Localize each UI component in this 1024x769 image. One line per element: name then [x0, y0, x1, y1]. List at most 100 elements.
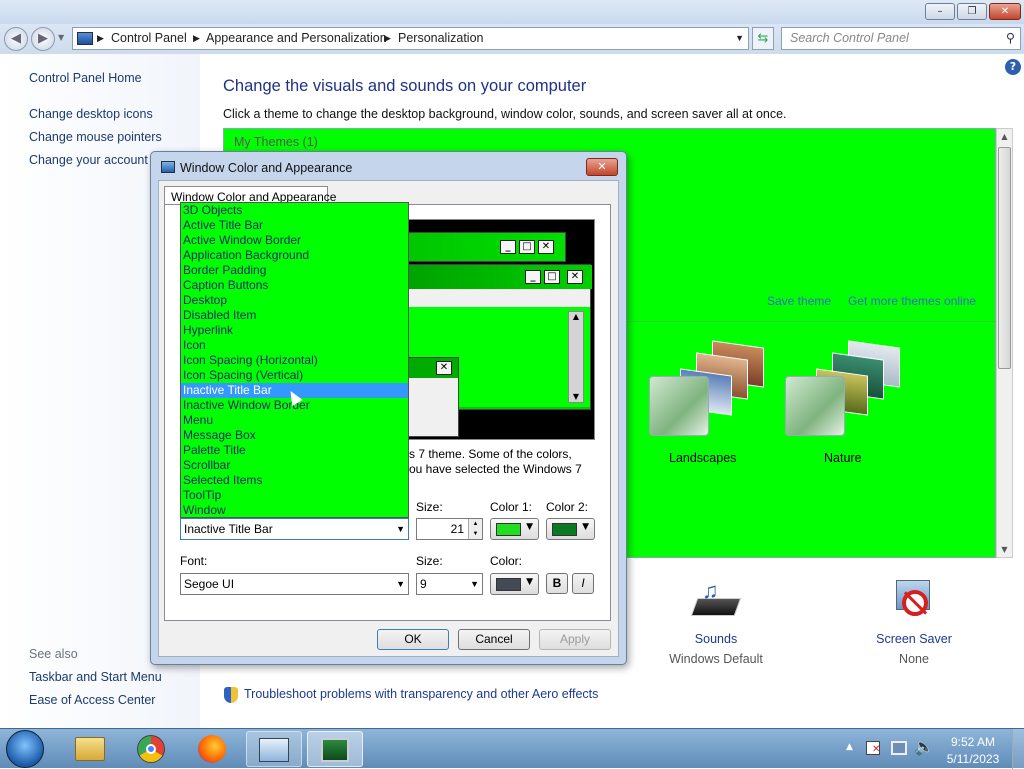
- taskbar-start-menu-link[interactable]: Taskbar and Start Menu: [29, 670, 162, 684]
- dropdown-option[interactable]: Icon: [181, 338, 408, 353]
- dropdown-option[interactable]: Message Box: [181, 428, 408, 443]
- info-line-1: s 7 theme. Some of the colors,: [409, 447, 572, 461]
- scrollbar-thumb[interactable]: [998, 147, 1011, 369]
- back-button[interactable]: ◀: [4, 27, 28, 51]
- landscapes-thumbnail: [649, 376, 709, 436]
- screen-saver-label: Screen Saver: [876, 632, 952, 646]
- dropdown-option[interactable]: Hyperlink: [181, 323, 408, 338]
- minimize-button[interactable]: –: [925, 3, 955, 20]
- troubleshoot-link[interactable]: Troubleshoot problems with transparency …: [244, 687, 598, 701]
- color1-label: Color 1:: [490, 500, 533, 514]
- screen-saver-value: None: [899, 652, 929, 666]
- cancel-button[interactable]: Cancel: [458, 629, 530, 650]
- control-panel-taskbar-icon[interactable]: [246, 731, 302, 767]
- network-icon[interactable]: [891, 741, 907, 755]
- dropdown-option[interactable]: 3D Objects: [181, 203, 408, 218]
- chrome-taskbar-icon[interactable]: [123, 731, 179, 767]
- save-theme-link[interactable]: Save theme: [767, 294, 831, 308]
- info-line-2: ou have selected the Windows 7: [409, 462, 582, 476]
- font-color-button[interactable]: ▼: [490, 573, 539, 595]
- font-size-label: Size:: [416, 554, 443, 568]
- show-desktop-button[interactable]: [1012, 729, 1024, 769]
- dropdown-option[interactable]: Application Background: [181, 248, 408, 263]
- ease-of-access-link[interactable]: Ease of Access Center: [29, 693, 155, 707]
- dropdown-option[interactable]: Disabled Item: [181, 308, 408, 323]
- action-center-icon[interactable]: ✕: [866, 741, 880, 755]
- personalization-taskbar-icon[interactable]: [307, 731, 363, 767]
- change-mouse-pointers-link[interactable]: Change mouse pointers: [29, 130, 162, 144]
- clock[interactable]: 9:52 AM 5/11/2023: [940, 734, 1006, 768]
- firefox-taskbar-icon[interactable]: [184, 731, 240, 767]
- dropdown-option[interactable]: Active Title Bar: [181, 218, 408, 233]
- item-dropdown-list[interactable]: 3D Objects Active Title Bar Active Window …: [180, 202, 409, 518]
- font-select[interactable]: Segoe UI ▼: [180, 573, 409, 595]
- volume-icon[interactable]: 🔈: [914, 737, 934, 756]
- breadcrumb-personalization[interactable]: Personalization: [398, 28, 483, 49]
- change-account-picture-link[interactable]: Change your account p: [29, 153, 158, 167]
- dropdown-option[interactable]: Desktop: [181, 293, 408, 308]
- nature-thumbnail: [785, 376, 845, 436]
- dropdown-option[interactable]: Window: [181, 503, 408, 518]
- spinner-arrows-icon[interactable]: ▲ ▼: [468, 519, 482, 539]
- change-desktop-icons-link[interactable]: Change desktop icons: [29, 107, 153, 121]
- clock-date: 5/11/2023: [946, 752, 1000, 766]
- scroll-down-icon[interactable]: ▼: [997, 545, 1012, 554]
- dropdown-option[interactable]: Border Padding: [181, 263, 408, 278]
- dropdown-option[interactable]: Icon Spacing (Horizontal): [181, 353, 408, 368]
- help-icon[interactable]: ?: [1005, 59, 1021, 75]
- shield-icon: [224, 687, 238, 703]
- italic-button[interactable]: I: [572, 573, 594, 594]
- page-subtitle: Click a theme to change the desktop back…: [223, 107, 787, 121]
- dropdown-option[interactable]: Scrollbar: [181, 458, 408, 473]
- dropdown-option[interactable]: Active Window Border: [181, 233, 408, 248]
- dropdown-option[interactable]: Icon Spacing (Vertical): [181, 368, 408, 383]
- theme-landscapes[interactable]: Landscapes: [644, 334, 774, 465]
- address-dropdown-icon[interactable]: ▼: [735, 28, 744, 49]
- screen-saver-item[interactable]: Screen Saver None: [864, 578, 964, 666]
- page-title: Change the visuals and sounds on your co…: [223, 77, 587, 95]
- breadcrumb-appearance[interactable]: Appearance and Personalization: [206, 28, 387, 49]
- theme-nature[interactable]: Nature: [780, 334, 910, 465]
- get-more-themes-link[interactable]: Get more themes online: [848, 294, 976, 308]
- font-size-select[interactable]: 9 ▼: [416, 573, 483, 595]
- breadcrumb-control-panel[interactable]: Control Panel: [111, 28, 187, 49]
- font-color-label: Color:: [490, 554, 523, 568]
- start-button[interactable]: [6, 730, 44, 768]
- dropdown-option[interactable]: Palette Title: [181, 443, 408, 458]
- color1-swatch: [496, 523, 521, 536]
- item-size-spinner[interactable]: 21 ▲ ▼: [416, 518, 483, 540]
- font-label: Font:: [180, 554, 208, 568]
- explorer-taskbar-icon[interactable]: [62, 731, 118, 767]
- close-button[interactable]: ✕: [989, 3, 1021, 20]
- maximize-button[interactable]: ❐: [957, 3, 987, 20]
- color2-button[interactable]: ▼: [546, 518, 595, 540]
- dropdown-option[interactable]: Caption Buttons: [181, 278, 408, 293]
- refresh-button[interactable]: ⇆: [752, 27, 774, 50]
- scroll-up-icon[interactable]: ▲: [997, 132, 1012, 141]
- dropdown-option[interactable]: Selected Items: [181, 473, 408, 488]
- control-panel-icon: [77, 32, 93, 45]
- ok-button[interactable]: OK: [377, 629, 449, 650]
- size-label: Size:: [416, 500, 443, 514]
- show-hidden-icons[interactable]: ▲: [846, 742, 853, 752]
- theme-scrollbar[interactable]: ▲ ▼: [996, 128, 1013, 558]
- dialog-close-button[interactable]: ✕: [586, 158, 618, 176]
- recent-pages-icon[interactable]: ▼: [58, 33, 64, 42]
- control-panel-home-link[interactable]: Control Panel Home: [29, 71, 142, 85]
- sounds-icon: ♫: [690, 578, 742, 626]
- color1-button[interactable]: ▼: [490, 518, 539, 540]
- search-input[interactable]: Search Control Panel ⚲: [781, 27, 1021, 50]
- apply-button[interactable]: Apply: [539, 629, 611, 650]
- dropdown-option[interactable]: ToolTip: [181, 488, 408, 503]
- sounds-item[interactable]: ♫ Sounds Windows Default: [666, 578, 766, 666]
- item-select[interactable]: Inactive Title Bar ▼: [180, 518, 409, 540]
- dialog-title: Window Color and Appearance: [180, 161, 353, 175]
- dropdown-option[interactable]: Menu: [181, 413, 408, 428]
- chevron-down-icon: ▼: [396, 524, 405, 534]
- navigation-bar: ◀ ▶ ▼ ▶ Control Panel ▶ Appearance and P…: [0, 24, 1024, 54]
- forward-button[interactable]: ▶: [31, 27, 55, 51]
- address-bar[interactable]: ▶ Control Panel ▶ Appearance and Persona…: [72, 27, 749, 50]
- bold-button[interactable]: B: [546, 573, 568, 594]
- dialog-icon: [161, 161, 175, 173]
- search-icon[interactable]: ⚲: [1006, 28, 1015, 49]
